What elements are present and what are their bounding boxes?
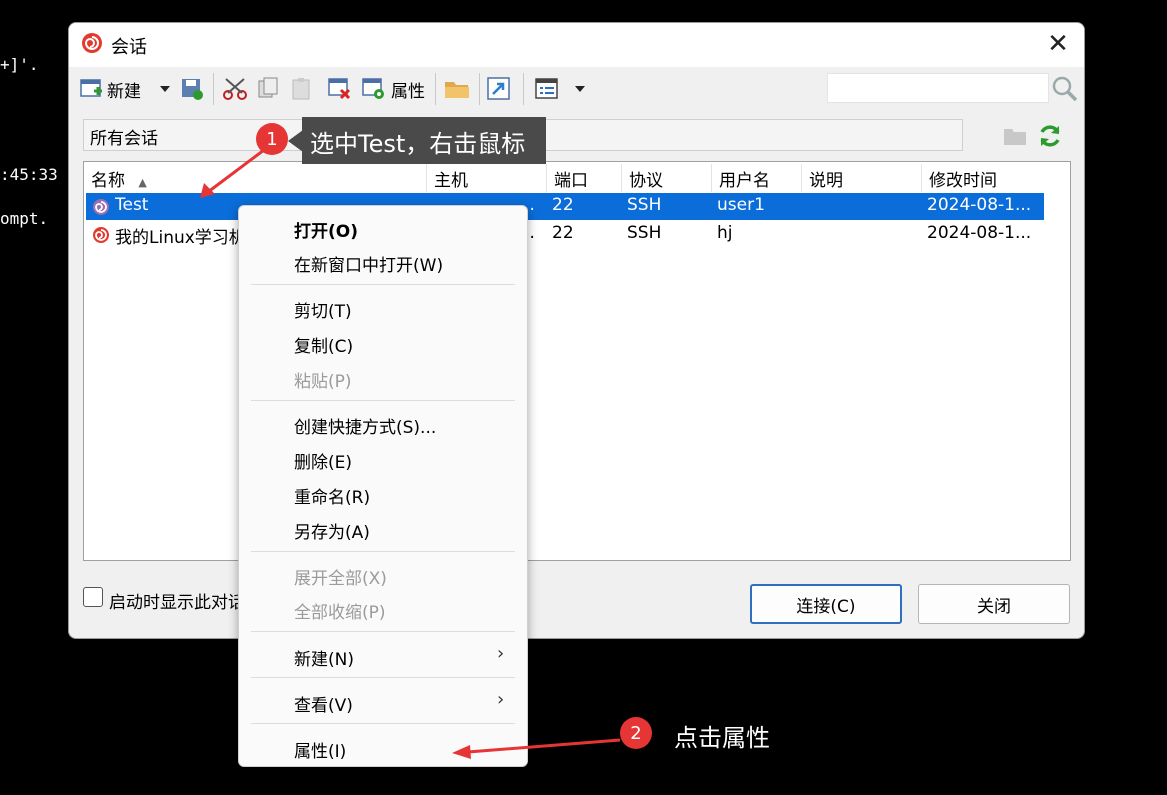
- arrow-to-properties: [467, 738, 621, 754]
- step1-callout: 选中Test，右击鼠标: [302, 117, 546, 164]
- step2-note: 点击属性: [674, 724, 770, 752]
- arrow-head-icon: [200, 183, 215, 198]
- callout-pointer: [288, 130, 303, 152]
- step2-badge: 2: [620, 717, 652, 749]
- arrow-to-test-row: [207, 148, 265, 194]
- arrow-head-icon: [452, 745, 471, 759]
- annotation-arrows: [200, 148, 621, 759]
- step1-badge: 1: [256, 123, 288, 155]
